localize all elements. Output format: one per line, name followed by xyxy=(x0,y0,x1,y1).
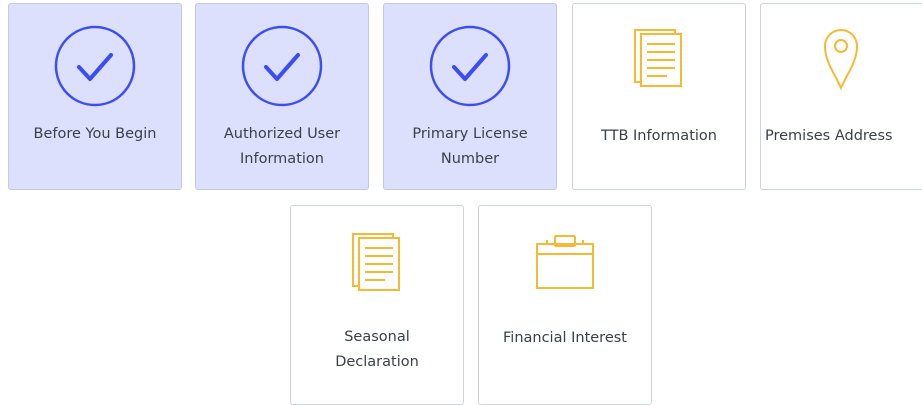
document-icon xyxy=(291,230,463,294)
step-label: TTB Information xyxy=(601,128,717,144)
document-icon xyxy=(573,26,745,90)
check-circle-icon xyxy=(196,24,368,108)
step-tile-primary-license-number[interactable]: Primary License Number xyxy=(383,3,557,190)
step-label: Authorized User Information xyxy=(223,126,341,167)
step-label: Seasonal Declaration xyxy=(335,329,419,370)
check-circle-icon xyxy=(9,24,181,108)
check-circle-icon xyxy=(384,24,556,108)
step-label: Primary License Number xyxy=(412,126,528,167)
step-tile-seasonal-declaration[interactable]: Seasonal Declaration xyxy=(290,205,464,405)
step-label: Before You Begin xyxy=(33,126,157,142)
step-label: Premises Address xyxy=(765,128,893,144)
step-tile-authorized-user-information[interactable]: Authorized User Information xyxy=(195,3,369,190)
step-tile-ttb-information[interactable]: TTB Information xyxy=(572,3,746,190)
step-label: Financial Interest xyxy=(503,330,627,346)
step-tile-premises-address[interactable]: Premises Address xyxy=(760,3,922,190)
step-tile-financial-interest[interactable]: Financial Interest xyxy=(478,205,652,405)
briefcase-icon xyxy=(479,230,651,294)
step-tile-before-you-begin[interactable]: Before You Begin xyxy=(8,3,182,190)
map-pin-icon xyxy=(761,24,922,92)
